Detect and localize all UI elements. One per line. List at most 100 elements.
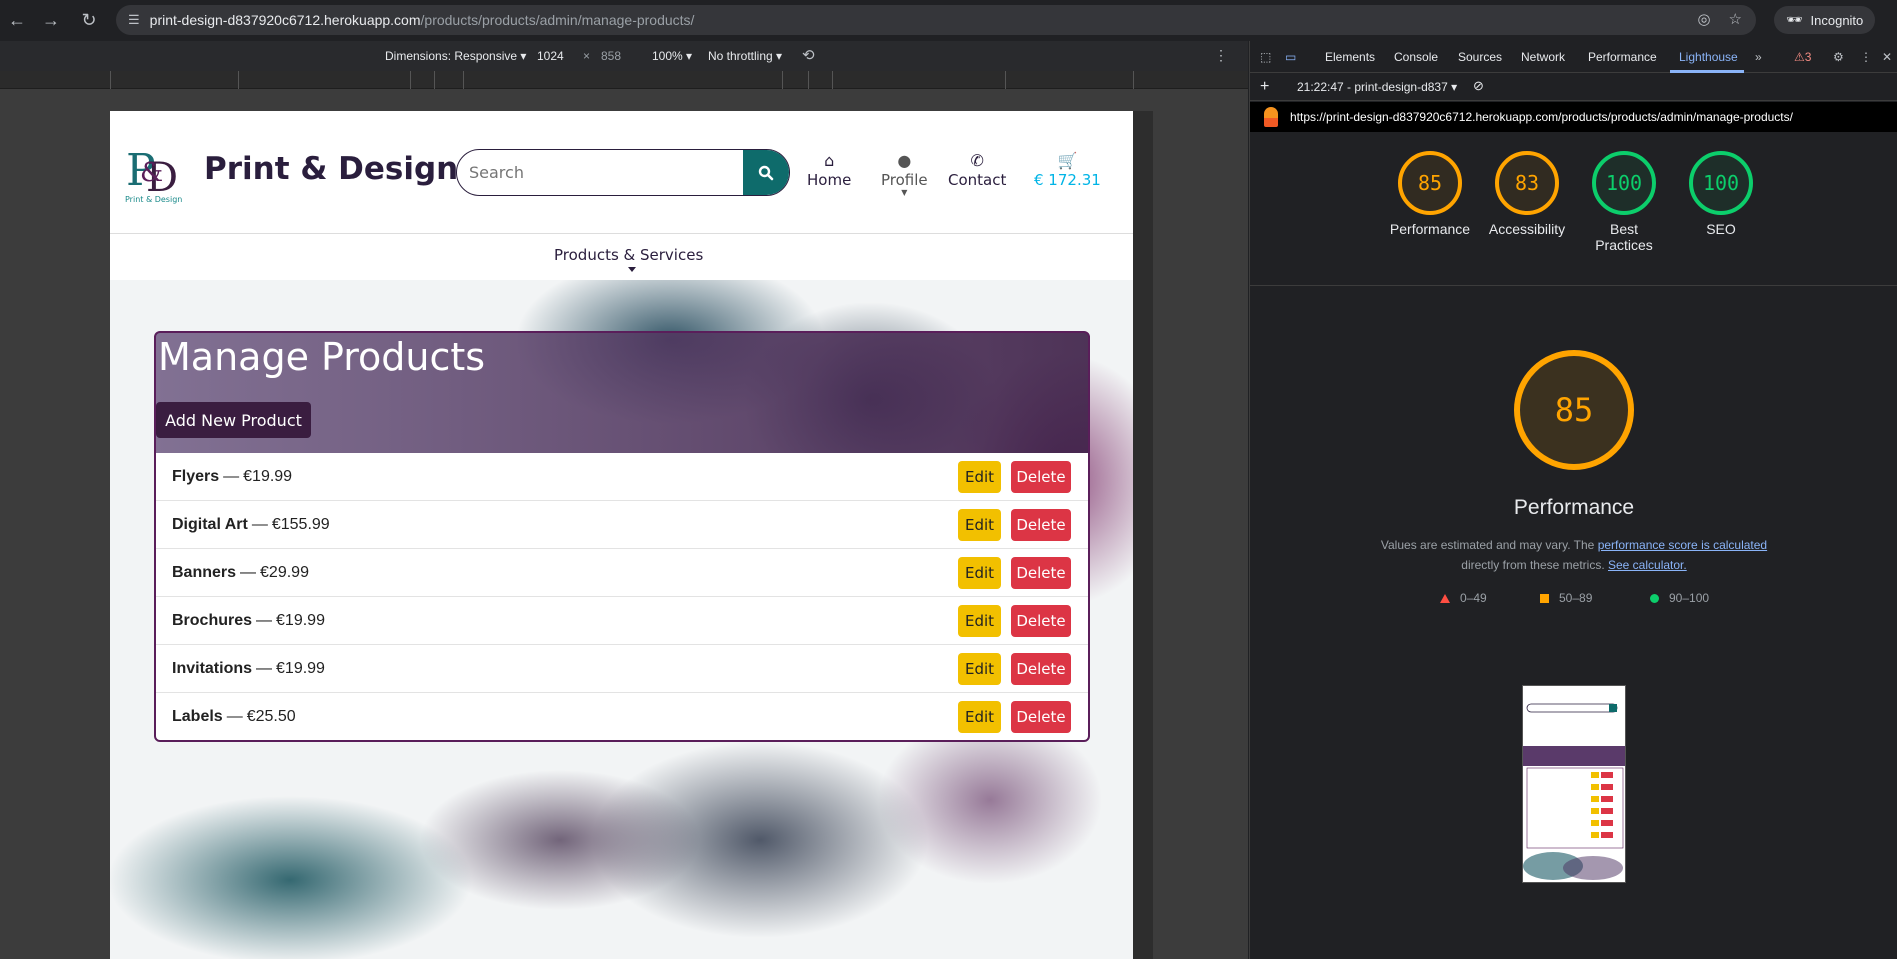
report-select[interactable]: 21:22:47 - print-design-d837 ▾ — [1297, 80, 1457, 94]
product-price: €19.99 — [243, 467, 293, 485]
close-icon[interactable]: ✕ — [1882, 50, 1892, 64]
address-bar[interactable]: ☰ print-design-d837920c6712.herokuapp.co… — [116, 5, 1756, 35]
tab-lighthouse[interactable]: Lighthouse — [1679, 50, 1738, 64]
delete-button[interactable]: Delete — [1011, 461, 1071, 493]
product-name: Digital Art — [172, 515, 248, 533]
score-calculated-link[interactable]: performance score is calculated — [1598, 538, 1767, 552]
edit-button[interactable]: Edit — [958, 461, 1001, 493]
devtools-tabs: ⬚ ▭ Elements Console Sources Network Per… — [1250, 41, 1897, 73]
times-icon: × — [583, 49, 591, 63]
product-name: Banners — [172, 563, 237, 581]
report-url[interactable]: https://print-design-d837920c6712.heroku… — [1290, 110, 1793, 124]
edit-button[interactable]: Edit — [958, 557, 1001, 589]
page-scrollbar[interactable] — [1133, 111, 1153, 959]
throttling-label: No throttling — [708, 49, 773, 63]
forward-icon[interactable]: → — [34, 3, 68, 37]
separator: — — [251, 515, 268, 533]
reload-icon[interactable]: ↻ — [72, 3, 106, 37]
tab-console[interactable]: Console — [1394, 50, 1438, 64]
search-input[interactable] — [457, 150, 743, 194]
zoom-select[interactable]: 100% ▾ — [652, 49, 692, 63]
delete-button[interactable]: Delete — [1011, 557, 1071, 589]
product-price: €155.99 — [271, 515, 330, 533]
score-gauge: 100 — [1592, 151, 1656, 215]
width-input[interactable]: 1024 — [537, 49, 564, 63]
legend-average: 50–89 — [1540, 591, 1592, 605]
edit-button[interactable]: Edit — [958, 701, 1001, 733]
nav-profile[interactable]: ● Profile ▼ — [881, 151, 928, 197]
nav-home[interactable]: ⌂ Home — [807, 151, 851, 189]
see-calculator-link[interactable]: See calculator. — [1608, 558, 1687, 572]
tab-elements[interactable]: Elements — [1325, 50, 1375, 64]
inspect-icon[interactable]: ⬚ — [1260, 50, 1271, 64]
edit-button[interactable]: Edit — [958, 653, 1001, 685]
delete-button[interactable]: Delete — [1011, 701, 1071, 733]
more-options-icon[interactable]: ⋮ — [1214, 47, 1228, 64]
tab-performance[interactable]: Performance — [1588, 50, 1657, 64]
nav-contact[interactable]: ✆ Contact — [948, 151, 1006, 189]
height-input[interactable]: 858 — [601, 49, 621, 63]
search-box — [456, 149, 790, 196]
delete-button[interactable]: Delete — [1011, 509, 1071, 541]
settings-gear-icon[interactable]: ⚙ — [1833, 50, 1844, 64]
product-price: €19.99 — [276, 611, 325, 629]
list-item: Banners — €29.99 Edit Delete — [156, 549, 1088, 597]
site-brand[interactable]: Print & Design — [204, 151, 458, 187]
url-path: /products/products/admin/manage-products… — [420, 12, 695, 28]
score-seo[interactable]: 100 SEO — [1671, 151, 1771, 237]
search-button[interactable] — [743, 150, 789, 195]
manage-products-card: Manage Products Add New Product Flyers — €… — [154, 331, 1090, 742]
plus-icon[interactable]: + — [1260, 78, 1269, 96]
svg-text:&: & — [140, 158, 163, 188]
dimensions-select[interactable]: Dimensions: Responsive ▾ — [385, 49, 526, 63]
score-performance[interactable]: 85 Performance — [1380, 151, 1480, 237]
more-tabs-icon[interactable]: » — [1755, 50, 1762, 64]
score-gauge: 85 — [1398, 151, 1462, 215]
pass-circle-icon — [1650, 593, 1659, 603]
lighthouse-toolbar: + 21:22:47 - print-design-d837 ▾ ⊘ — [1250, 73, 1897, 101]
logo-icon[interactable]: P D & — [124, 141, 184, 203]
nav-cart[interactable]: 🛒 € 172.31 — [1034, 151, 1101, 189]
score-accessibility[interactable]: 83 Accessibility — [1477, 151, 1577, 237]
product-list: Flyers — €19.99 Edit Delete Digital Art — €1… — [156, 453, 1088, 740]
note-text: Values are estimated and may vary. The — [1380, 538, 1595, 552]
page-screenshot-thumbnail[interactable] — [1522, 685, 1626, 883]
edit-button[interactable]: Edit — [958, 509, 1001, 541]
list-item: Invitations — €19.99 Edit Delete — [156, 645, 1088, 693]
dimensions-label: Dimensions: Responsive — [385, 49, 518, 63]
score-gauge: 100 — [1689, 151, 1753, 215]
tab-network[interactable]: Network — [1521, 50, 1565, 64]
chevron-down-icon: ▼ — [901, 188, 908, 197]
edit-button[interactable]: Edit — [958, 605, 1001, 637]
performance-title: Performance — [1513, 496, 1635, 519]
site-info-icon[interactable]: ☰ — [128, 12, 140, 28]
product-name: Brochures — [172, 611, 253, 629]
rotate-icon[interactable]: ⟲ — [802, 46, 815, 64]
fail-triangle-icon — [1440, 593, 1450, 603]
list-item: Labels — €25.50 Edit Delete — [156, 693, 1088, 740]
device-toggle-icon[interactable]: ▭ — [1285, 50, 1296, 64]
throttling-select[interactable]: No throttling ▾ — [708, 49, 782, 63]
incognito-badge[interactable]: 🕶 Incognito — [1774, 6, 1876, 34]
delete-button[interactable]: Delete — [1011, 605, 1071, 637]
device-toolbar: Dimensions: Responsive ▾ 1024 × 858 100%… — [0, 41, 1248, 71]
average-square-icon — [1540, 593, 1549, 603]
tab-sources[interactable]: Sources — [1458, 50, 1502, 64]
issues-badge[interactable]: ⚠3 — [1794, 50, 1811, 64]
nav-profile-label: Profile — [881, 171, 928, 189]
devtools-menu-icon[interactable]: ⋮ — [1860, 50, 1872, 64]
bookmark-star-icon[interactable]: ☆ — [1729, 10, 1742, 28]
back-icon[interactable]: ← — [0, 3, 34, 37]
product-price: €29.99 — [260, 563, 309, 581]
score-best-practices[interactable]: 100 Best Practices — [1574, 151, 1674, 253]
delete-button[interactable]: Delete — [1011, 653, 1071, 685]
divider — [1250, 285, 1897, 286]
subnav-products-services[interactable]: Products & Services — [554, 246, 703, 264]
add-new-product-button[interactable]: Add New Product — [156, 402, 311, 438]
thumbnail-preview-icon — [1523, 686, 1625, 882]
clear-icon[interactable]: ⊘ — [1473, 78, 1484, 94]
devtools-panel: ⬚ ▭ Elements Console Sources Network Per… — [1249, 41, 1897, 959]
browser-toolbar: ← → ↻ ☰ print-design-d837920c6712.heroku… — [0, 0, 1897, 40]
page-title: Manage Products — [158, 335, 486, 379]
eye-off-icon[interactable]: ◎ — [1697, 10, 1710, 28]
